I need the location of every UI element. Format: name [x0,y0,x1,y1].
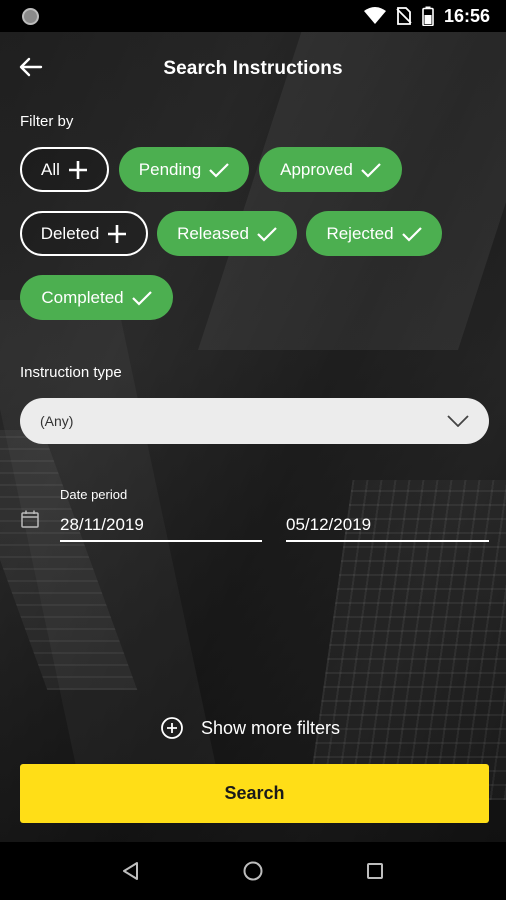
chip-label: Rejected [326,223,394,243]
plus-circle-icon [161,717,183,739]
chip-label: Approved [280,159,353,179]
system-nav-bar [0,842,506,900]
chip-label: All [41,159,60,179]
page-title: Search Instructions [163,58,343,79]
date-to-field[interactable]: 05/12/2019 [286,512,489,542]
chip-deleted[interactable]: Deleted [20,211,148,256]
no-sim-icon [396,7,412,25]
back-triangle-icon [123,862,138,880]
chip-rejected[interactable]: Rejected [306,211,442,256]
instruction-type-label: Instruction type [20,364,122,381]
chip-label: Pending [138,159,202,179]
date-period-label: Date period [60,487,128,502]
chip-pending[interactable]: Pending [119,147,249,192]
chip-approved[interactable]: Approved [259,147,402,192]
date-from-field[interactable]: 28/11/2019 [60,512,262,542]
chip-completed[interactable]: Completed [20,275,173,320]
app-bar: Search Instructions [0,32,506,108]
nav-recents-button[interactable] [355,851,395,891]
status-icons: 16:56 [363,5,490,27]
recents-square-icon [367,863,383,879]
check-icon [209,162,229,178]
chip-label: Deleted [40,223,100,243]
check-icon [401,226,422,242]
show-more-filters-label: Show more filters [201,717,341,738]
battery-icon [422,6,434,26]
home-circle-icon [243,861,263,881]
status-time: 16:56 [443,5,490,26]
instruction-type-value: (Any) [40,413,74,429]
chip-label: Completed [41,287,124,307]
chevron-down-icon [447,415,469,427]
nav-home-button[interactable] [233,851,273,891]
notification-dot-icon [22,7,39,25]
calendar-icon [20,509,40,534]
chip-released[interactable]: Released [157,211,297,256]
wifi-icon [363,7,386,25]
nav-back-button[interactable] [111,851,151,891]
filter-by-label: Filter by [20,113,74,130]
plus-icon [68,160,87,179]
instruction-type-select[interactable]: (Any) [20,398,489,444]
plus-icon [108,224,127,243]
check-icon [131,290,152,306]
status-bar: 16:56 [0,0,506,32]
show-more-filters-button[interactable]: Show more filters [160,714,340,742]
check-icon [361,162,381,178]
chip-all[interactable]: All [20,147,109,192]
check-icon [257,226,277,242]
chip-label: Released [177,223,249,243]
search-button[interactable]: Search [20,764,489,823]
